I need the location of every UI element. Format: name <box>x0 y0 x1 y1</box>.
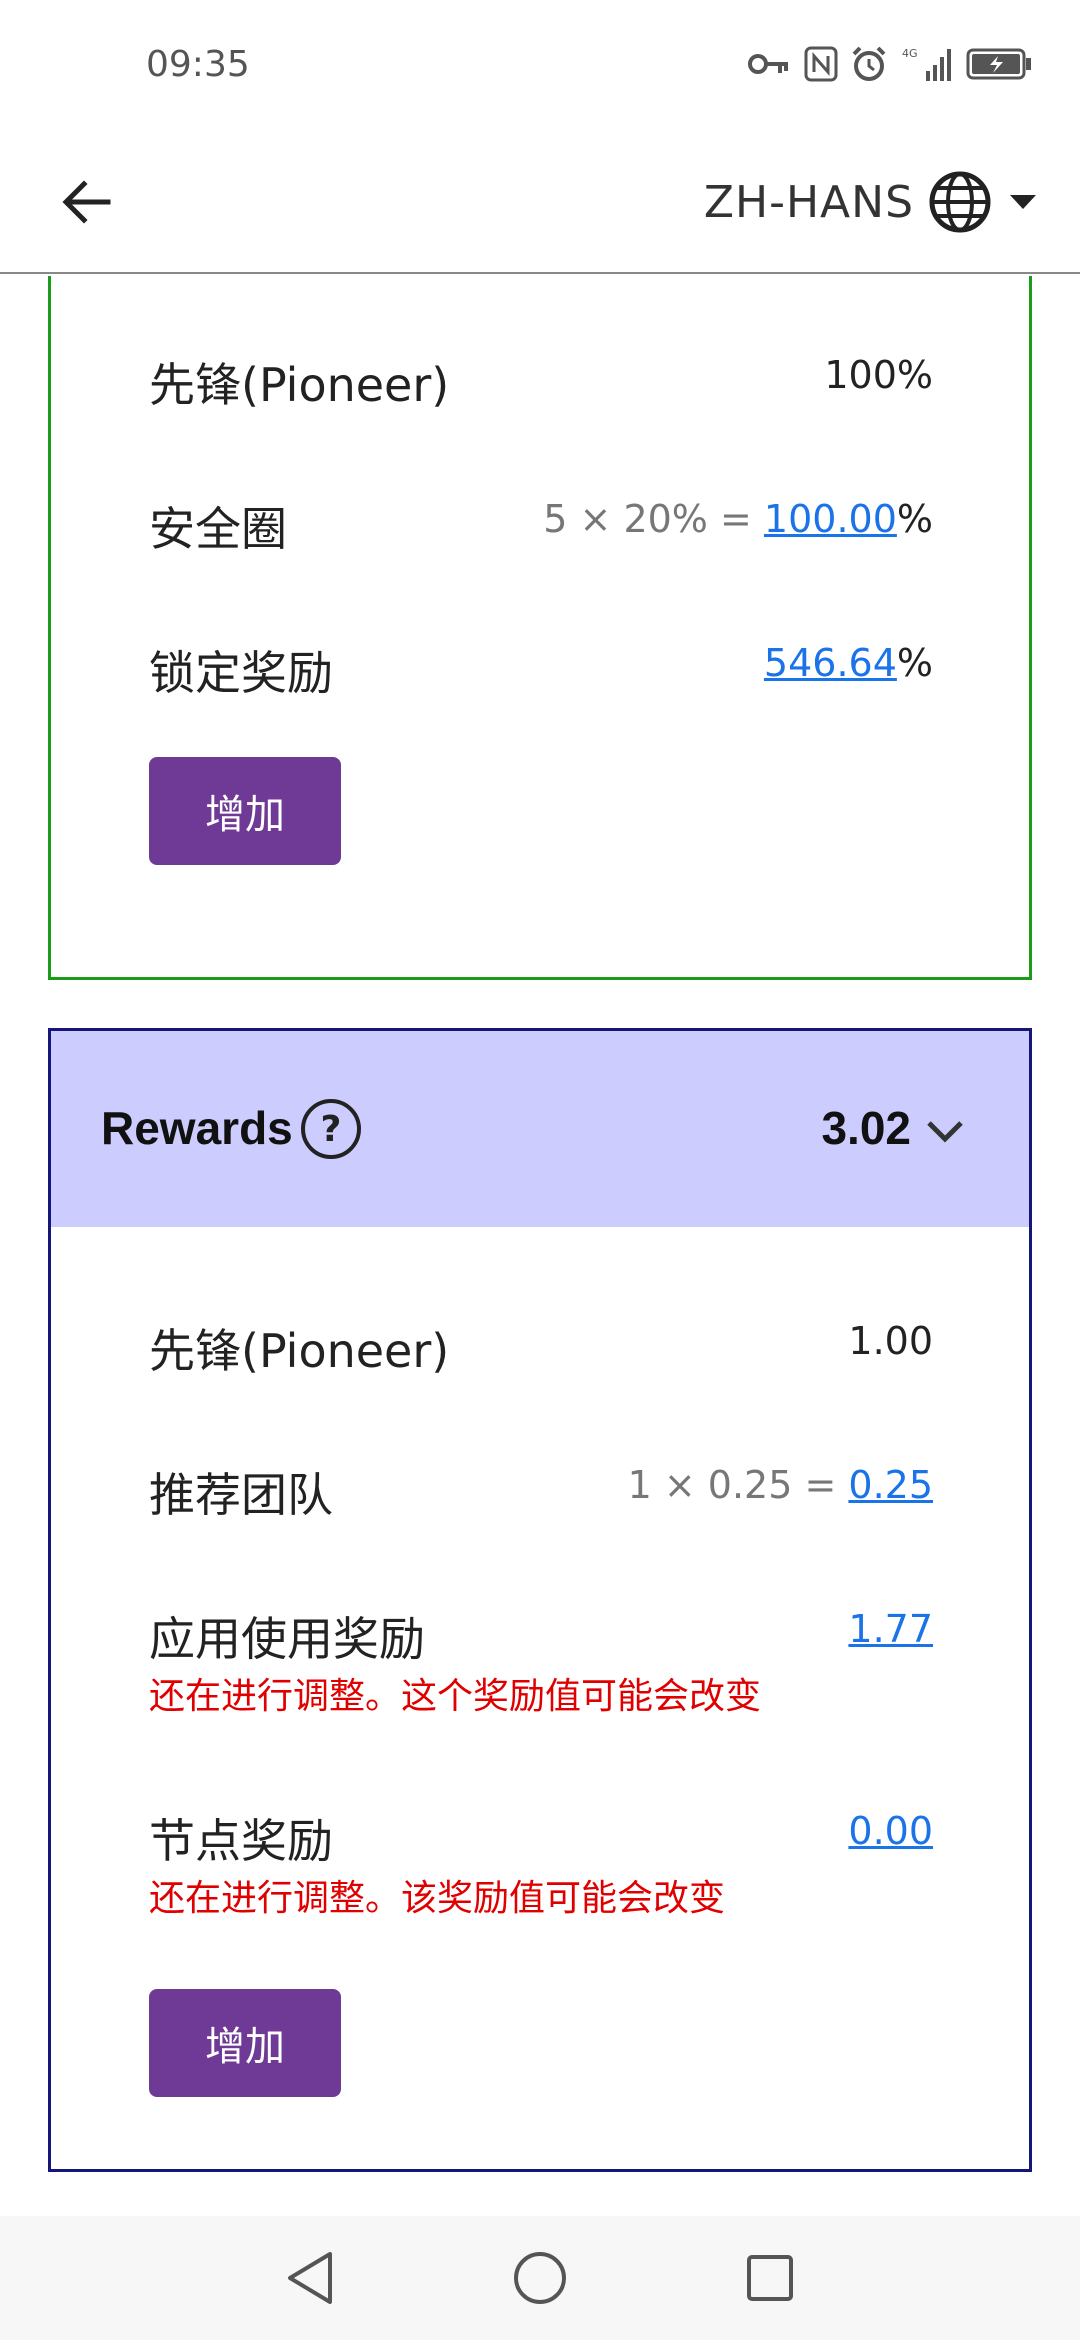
row-value-group: 1 × 0.25 = 0.25 <box>628 1463 933 1507</box>
back-button[interactable] <box>44 160 128 244</box>
battery-icon <box>966 47 1032 81</box>
navigation-bar <box>0 2216 1080 2340</box>
row-label: 锁定奖励 <box>149 646 333 700</box>
globe-icon <box>929 171 991 233</box>
row-value-group: 546.64% <box>764 641 933 685</box>
nav-recents-button[interactable] <box>740 2248 800 2308</box>
home-circle-icon <box>514 2252 566 2304</box>
language-label: ZH-HANS <box>703 176 914 228</box>
triangle-down-icon <box>1010 195 1036 209</box>
row-value: 100% <box>824 353 933 397</box>
screen: 09:35 4G ZH-HANS 先锋(Pioneer) 100% 安全圈 5 … <box>0 0 1080 2340</box>
status-icons: 4G <box>748 42 1032 86</box>
chevron-down-icon[interactable] <box>925 1117 965 1145</box>
status-time: 09:35 <box>146 44 250 85</box>
key-icon <box>748 49 792 79</box>
referral-team-value-link[interactable]: 0.25 <box>848 1463 933 1507</box>
row-label: 节点奖励 <box>149 1814 333 1868</box>
row-label: 安全圈 <box>149 502 287 556</box>
app-usage-value-link[interactable]: 1.77 <box>848 1607 933 1651</box>
app-bar: ZH-HANS <box>0 130 1080 274</box>
row-value-group: 0.00 <box>848 1809 933 1853</box>
recents-square-icon <box>747 2255 793 2301</box>
lockup-add-button[interactable]: 增加 <box>149 757 341 865</box>
signal-icon: 4G <box>900 45 954 83</box>
row-value-group: 1.77 <box>848 1607 933 1651</box>
rewards-total: 3.02 <box>821 1102 911 1154</box>
rewards-card-header[interactable]: Rewards ? 3.02 <box>51 1031 1029 1227</box>
nav-back-button[interactable] <box>280 2248 340 2308</box>
adjustment-note: 还在进行调整。这个奖励值可能会改变 <box>149 1676 762 1717</box>
signal-label: 4G <box>902 47 918 60</box>
rewards-card: Rewards ? 3.02 先锋(Pioneer) 1.00 推荐团队 1 ×… <box>48 1028 1032 2172</box>
lockup-card: 先锋(Pioneer) 100% 安全圈 5 × 20% = 100.00% 锁… <box>48 276 1032 980</box>
lockup-reward-value-link[interactable]: 546.64 <box>764 641 897 685</box>
rewards-add-button[interactable]: 增加 <box>149 1989 341 2097</box>
row-suffix: % <box>896 497 933 541</box>
security-circle-value-link[interactable]: 100.00 <box>764 497 897 541</box>
row-label: 推荐团队 <box>149 1468 333 1522</box>
arrow-left-icon <box>62 180 111 224</box>
status-bar: 09:35 4G <box>0 0 1080 130</box>
row-suffix: % <box>896 641 933 685</box>
row-formula: 5 × 20% = <box>543 497 764 541</box>
rewards-title: Rewards <box>101 1102 293 1154</box>
nav-home-button[interactable] <box>510 2248 570 2308</box>
row-value-group: 5 × 20% = 100.00% <box>543 497 933 541</box>
adjustment-note: 还在进行调整。该奖励值可能会改变 <box>149 1878 726 1919</box>
language-selector[interactable]: ZH-HANS <box>704 160 1040 244</box>
row-label: 先锋(Pioneer) <box>149 358 450 412</box>
back-triangle-icon <box>288 2252 332 2304</box>
help-icon[interactable]: ? <box>301 1099 361 1159</box>
row-value: 1.00 <box>848 1319 933 1363</box>
nfc-icon <box>804 46 838 82</box>
row-label: 应用使用奖励 <box>149 1612 425 1666</box>
alarm-icon <box>850 45 888 83</box>
node-reward-value-link[interactable]: 0.00 <box>848 1809 933 1853</box>
row-formula: 1 × 0.25 = <box>627 1463 849 1507</box>
content-area: 先锋(Pioneer) 100% 安全圈 5 × 20% = 100.00% 锁… <box>0 276 1080 2216</box>
row-label: 先锋(Pioneer) <box>149 1324 450 1378</box>
